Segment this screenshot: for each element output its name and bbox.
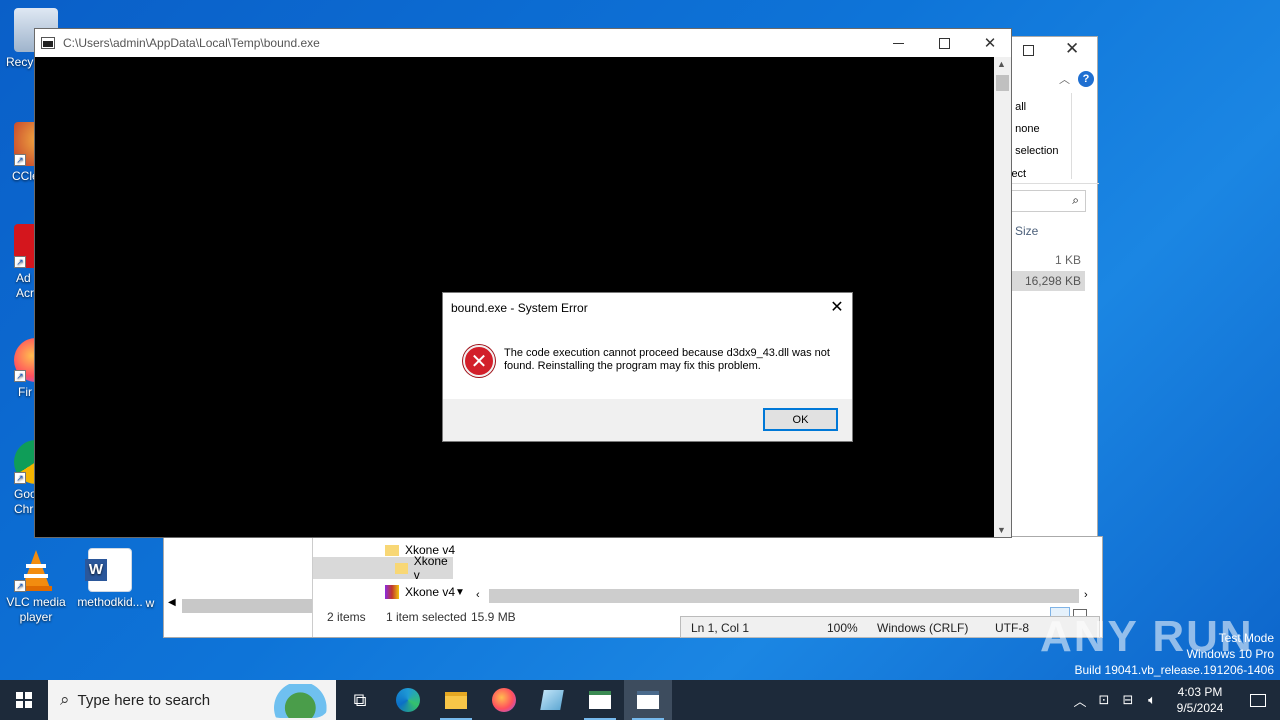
dialog-close-button[interactable]: ✕ [822, 293, 852, 321]
taskbar-search-box[interactable]: ⌕ Type here to search [48, 680, 336, 720]
taskbar-console-window[interactable] [624, 680, 672, 720]
taskbar-notepad[interactable] [528, 680, 576, 720]
scroll-left-icon[interactable]: ‹ [476, 589, 480, 601]
status-selected-size: 15.9 MB [471, 610, 516, 624]
winrar-archive-icon [385, 585, 399, 599]
hscrollbar-main[interactable] [489, 589, 1079, 603]
maximize-button[interactable] [921, 29, 967, 57]
search-icon: ⌕ [60, 690, 70, 709]
system-tray: ︿ ⊡ ⊟ 🔈︎ 4:03 PM 9/5/2024 [1068, 680, 1280, 720]
scroll-down-icon[interactable]: ▼ [455, 587, 465, 598]
taskbar-edge[interactable] [384, 680, 432, 720]
close-icon: ✕ [830, 299, 844, 316]
task-view-icon: ⧉ [353, 689, 367, 710]
ribbon-invert-selection[interactable]: t selection [1009, 145, 1059, 157]
dialog-body: ✕ The code execution cannot proceed beca… [463, 345, 833, 377]
chevron-up-icon[interactable]: ︿ [1059, 71, 1070, 87]
watermark-line: Test Mode [1218, 631, 1274, 645]
file-explorer-icon [445, 691, 467, 709]
notepad-encoding: UTF-8 [995, 621, 1029, 635]
vlc-icon: ↗ [14, 548, 58, 592]
minimize-icon [892, 42, 904, 44]
taskbar-file-explorer[interactable] [432, 680, 480, 720]
scroll-up-icon[interactable]: ▲ [997, 59, 1006, 69]
maximize-icon [938, 37, 950, 49]
chevron-up-icon[interactable]: ︿ [1068, 691, 1092, 710]
notifications-icon[interactable] [1236, 680, 1280, 720]
notepad-status-bar: Ln 1, Col 1 100% Windows (CRLF) UTF-8 [680, 616, 1100, 638]
word-doc-icon: W [85, 548, 132, 592]
close-icon[interactable]: ✕ [1065, 39, 1079, 59]
firefox-icon [492, 688, 516, 712]
dialog-message: The code execution cannot proceed becaus… [504, 347, 830, 372]
console-app-icon [637, 691, 659, 709]
network-icon[interactable]: ⊡ [1092, 692, 1116, 708]
console-window[interactable]: C:\Users\admin\AppData\Local\Temp\bound.… [34, 28, 1012, 538]
ribbon-bottom-border [1001, 183, 1099, 184]
maximize-icon[interactable] [1023, 45, 1034, 56]
close-icon: ✕ [983, 35, 997, 52]
console-title: C:\Users\admin\AppData\Local\Temp\bound.… [63, 36, 320, 50]
desktop-icon-vlc[interactable]: ↗ VLC media player [0, 548, 72, 625]
notepad-line-ending: Windows (CRLF) [877, 621, 969, 635]
taskbar-clock[interactable]: 4:03 PM 9/5/2024 [1164, 684, 1236, 716]
dialog-title: bound.exe - System Error [451, 301, 588, 315]
taskbar-explorer-window[interactable] [576, 680, 624, 720]
watermark-line: Windows 10 Pro [1186, 647, 1274, 661]
test-mode-watermark: Test Mode Windows 10 Pro Build 19041.vb_… [1075, 630, 1275, 678]
search-input[interactable]: ⌕ [1009, 190, 1086, 212]
edge-icon [396, 688, 420, 712]
file-size-cell: 1 KB [1054, 253, 1081, 267]
status-selected-count: 1 item selected [386, 610, 467, 624]
hscrollbar-left[interactable] [182, 599, 312, 613]
error-icon: ✕ [463, 345, 495, 377]
system-error-dialog[interactable]: bound.exe - System Error ✕ ✕ The code ex… [442, 292, 853, 442]
minimize-button[interactable] [875, 29, 921, 57]
column-header-size[interactable]: Size [1015, 224, 1038, 238]
clock-time: 4:03 PM [1177, 685, 1223, 699]
window-app-icon [589, 691, 611, 709]
ok-button[interactable]: OK [763, 408, 838, 431]
tree-item[interactable]: Xkone v4 [385, 583, 455, 601]
scrollbar-thumb[interactable] [996, 75, 1009, 91]
task-view-button[interactable]: ⧉ [336, 680, 384, 720]
notepad-icon [540, 690, 564, 710]
console-app-icon [41, 37, 55, 49]
scroll-down-icon[interactable]: ▼ [997, 525, 1006, 535]
scroll-left-icon[interactable]: ◀ [168, 597, 176, 608]
search-placeholder: Type here to search [77, 691, 211, 709]
close-button[interactable]: ✕ [967, 29, 1013, 57]
ethernet-icon[interactable]: ⊟ [1116, 692, 1140, 708]
windows-logo-icon [16, 692, 32, 708]
file-size-cell-selected: 16,298 KB [1009, 271, 1085, 291]
watermark-line: Build 19041.vb_release.191206-1406 [1074, 663, 1275, 677]
ribbon-divider [1071, 93, 1072, 179]
taskbar: ⌕ Type here to search ⧉ ︿ ⊡ ⊟ 🔈︎ 4:03 PM… [0, 680, 1280, 720]
desktop-icon-label: VLC media player [6, 595, 66, 624]
taskbar-firefox[interactable] [480, 680, 528, 720]
dialog-footer: OK [443, 399, 852, 441]
clock-date: 9/5/2024 [1176, 701, 1224, 715]
search-icon: ⌕ [1072, 193, 1079, 207]
volume-icon[interactable]: 🔈︎ [1140, 692, 1164, 708]
tree-item-selected[interactable]: Xkone v [313, 554, 453, 582]
search-highlight-icon [264, 684, 330, 718]
ribbon-select-none[interactable]: t none [1009, 123, 1040, 135]
start-button[interactable] [0, 680, 48, 720]
scroll-right-icon[interactable]: › [1084, 589, 1088, 601]
status-item-count: 2 items [327, 610, 366, 624]
folder-icon [385, 544, 399, 556]
folder-icon [395, 562, 408, 574]
notepad-cursor-position: Ln 1, Col 1 [691, 621, 750, 635]
console-scrollbar[interactable]: ▲ ▼ [994, 57, 1011, 537]
help-icon[interactable]: ? [1078, 71, 1094, 87]
notepad-zoom: 100% [827, 621, 858, 635]
console-titlebar[interactable]: C:\Users\admin\AppData\Local\Temp\bound.… [35, 29, 1011, 57]
